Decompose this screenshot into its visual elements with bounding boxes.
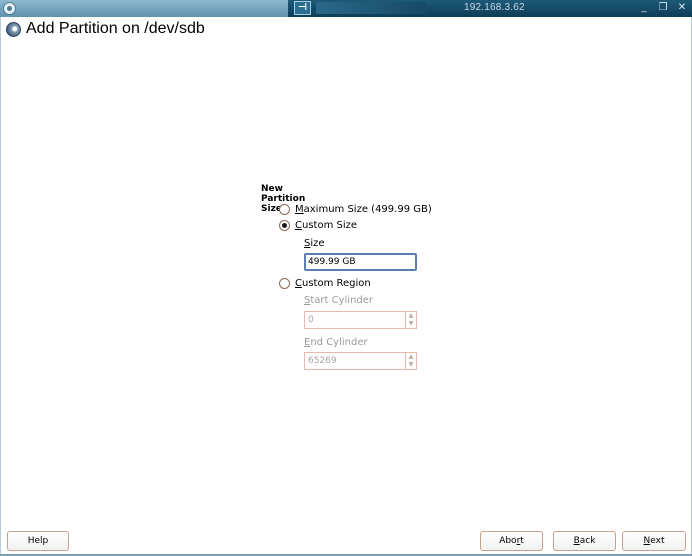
end-cylinder-value: 65269 [308,356,337,366]
dialog-title: Add Partition on /dev/sdb [26,20,205,37]
minimize-icon[interactable]: _ [637,1,651,15]
restore-icon[interactable]: ❐ [656,1,670,15]
window-border-left [0,17,1,556]
size-input[interactable]: 499.99 GB [304,253,417,271]
disk-icon [6,22,21,37]
end-cylinder-spin-buttons[interactable]: ▲ ▼ [405,353,416,369]
start-cylinder-label: Start Cylinder [304,295,374,306]
custom-region-label[interactable]: Custom Region [295,278,371,289]
abort-button[interactable]: Abort [480,531,543,551]
spin-up-icon[interactable]: ▲ [406,353,416,361]
maximum-size-radio[interactable] [279,204,290,215]
spin-down-icon[interactable]: ▼ [406,320,416,328]
titlebar-hidden-text [316,2,426,14]
custom-size-radio[interactable] [279,220,290,231]
start-cylinder-spinbox[interactable]: 0 ▲ ▼ [304,311,417,329]
end-cylinder-spinbox[interactable]: 65269 ▲ ▼ [304,352,417,370]
size-label: Size [304,238,325,249]
custom-region-radio[interactable] [279,278,290,289]
start-cylinder-spin-buttons[interactable]: ▲ ▼ [405,312,416,328]
end-cylinder-label: End Cylinder [304,337,368,348]
start-cylinder-value: 0 [308,315,314,325]
maximum-size-label[interactable]: Maximum Size (499.99 GB) [295,204,432,215]
back-button[interactable]: Back [553,531,616,551]
help-button[interactable]: Help [7,531,69,551]
titlebar-left-panel [0,0,288,17]
remote-host-address: 192.168.3.62 [464,2,525,13]
custom-size-label[interactable]: Custom Size [295,220,357,231]
connection-icon[interactable]: ⊣ [294,1,311,15]
remote-session-titlebar: ⊣ 192.168.3.62 _ ❐ ✕ [0,0,692,17]
close-icon[interactable]: ✕ [675,1,689,15]
spin-up-icon[interactable]: ▲ [406,312,416,320]
spin-down-icon[interactable]: ▼ [406,361,416,369]
next-button[interactable]: Next [622,531,686,551]
session-logo-icon[interactable] [3,2,16,15]
